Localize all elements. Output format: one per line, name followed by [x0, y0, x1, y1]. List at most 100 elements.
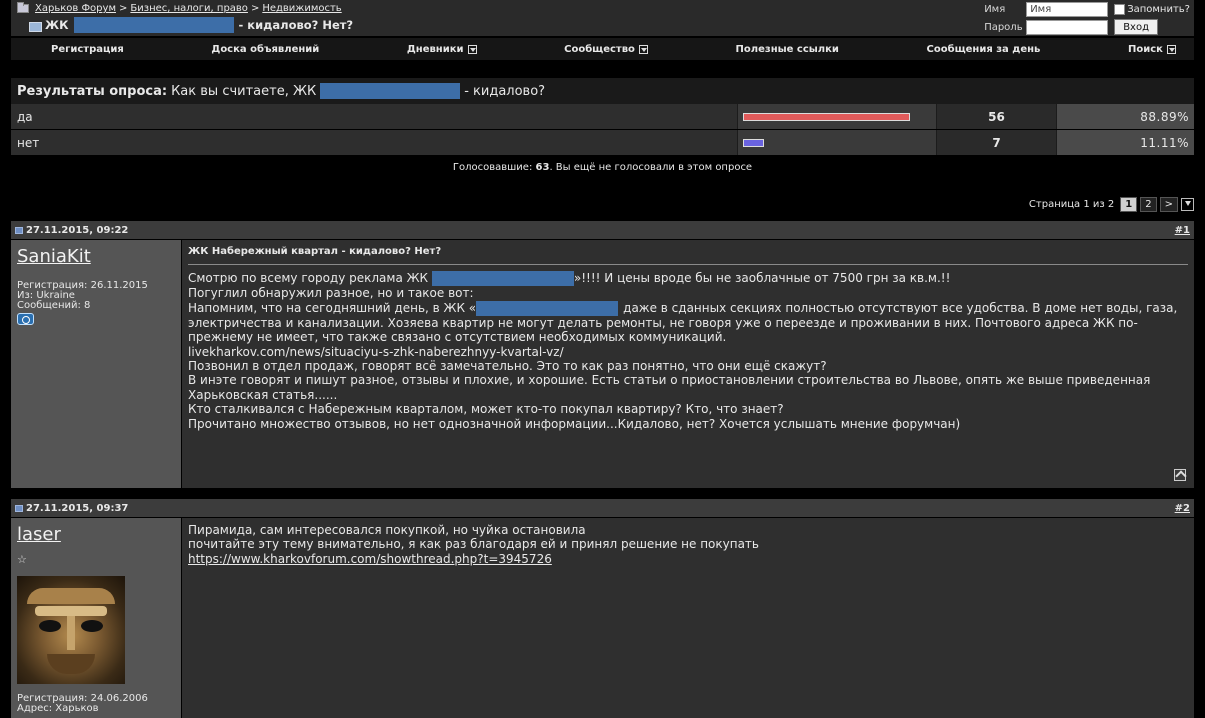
- page-2[interactable]: 2: [1140, 197, 1157, 212]
- nav-blogs[interactable]: Дневники: [407, 44, 477, 55]
- post-user-panel: SaniaKit Регистрация: 26.11.2015 Из: Ukr…: [11, 240, 181, 488]
- nav-community[interactable]: Сообщество: [564, 44, 648, 55]
- poll-percent: 11.11%: [1056, 130, 1194, 155]
- breadcrumb-separator: >: [119, 3, 128, 14]
- post-date: 27.11.2015, 09:22: [26, 224, 129, 236]
- message-text: В инэте говорят и пишут разное, отзывы и…: [188, 373, 1151, 402]
- post-number[interactable]: #2: [1175, 503, 1190, 514]
- password-input[interactable]: [1026, 19, 1109, 35]
- message-text: Погуглил обнаружил разное, но и такое во…: [188, 286, 474, 301]
- nav-label: Полезные ссылки: [735, 43, 839, 55]
- username-label: Имя: [984, 3, 1006, 15]
- message-text: »!!!! И цены вроде бы не заоблачные от 7…: [573, 271, 951, 286]
- thread-link[interactable]: https://www.kharkovforum.com/showthread.…: [188, 552, 552, 566]
- helmet-eye: [81, 620, 103, 632]
- poll-question-suffix: - кидалово?: [464, 83, 546, 99]
- next-page[interactable]: >: [1159, 197, 1178, 212]
- post-body: ЖК Набережный квартал - кидалово? Нет? С…: [182, 240, 1194, 488]
- thread-title-prefix: ЖК: [45, 18, 69, 32]
- poll-title-colon: :: [161, 83, 168, 99]
- page-header: Харьков Форум > Бизнес, налоги, право > …: [11, 0, 1194, 36]
- nav-useful-links[interactable]: Полезные ссылки: [736, 44, 839, 55]
- password-label: Пароль: [984, 21, 1023, 33]
- post-date: 27.11.2015, 09:37: [26, 502, 129, 514]
- poll-percent: 88.89%: [1056, 104, 1194, 129]
- nav-todays-posts[interactable]: Сообщения за день: [927, 44, 1041, 55]
- thread-title-suffix: - кидалово? Нет?: [238, 18, 354, 32]
- login-form: Имя Запомнить? Пароль Вход: [984, 0, 1190, 36]
- page-menu-icon[interactable]: [1181, 198, 1194, 211]
- user-post-count: Сообщений: 8: [17, 300, 91, 311]
- redacted-block: [320, 83, 461, 99]
- rank-star-icon: ☆: [17, 553, 27, 566]
- redacted-block: [476, 300, 619, 316]
- post-header: 27.11.2015, 09:37 #2: [11, 499, 1194, 517]
- breadcrumb-forum-link[interactable]: Харьков Форум: [35, 3, 116, 14]
- helmet-mouth: [47, 654, 95, 674]
- post-message: Пирамида, сам интересовался покупкой, но…: [188, 523, 1188, 566]
- poll-option-row: да 56 88.89%: [11, 104, 1194, 129]
- folder-icon: [17, 2, 29, 13]
- poll-bar-cell: [737, 130, 936, 155]
- voters-note: . Вы ещё не голосовали в этом опросе: [549, 162, 753, 173]
- remember-label: Запомнить?: [1127, 3, 1190, 15]
- message-text: Напомним, что на сегодняшний день, в ЖК …: [188, 300, 477, 315]
- poll-bar-cell: [737, 104, 936, 129]
- message-text: почитайте эту тему внимательно, я как ра…: [188, 537, 759, 552]
- poll-bar: [743, 112, 910, 121]
- user-avatar[interactable]: [17, 576, 125, 684]
- post-icon: [15, 226, 23, 234]
- message-text: Кто сталкивался с Набережным кварталом, …: [188, 402, 784, 417]
- nav-search[interactable]: Поиск: [1128, 44, 1176, 55]
- redacted-block: [431, 271, 574, 287]
- page-1[interactable]: 1: [1120, 197, 1138, 212]
- dropdown-arrow-icon: [638, 44, 648, 54]
- poll-title: Результаты опроса: [17, 83, 162, 99]
- poll-header: Результаты опроса: Как вы считаете, ЖК -…: [11, 78, 1194, 104]
- message-text: livekharkov.com/news/situaciyu-s-zhk-nab…: [188, 344, 564, 359]
- main-nav: Регистрация Доска объявлений Дневники Со…: [11, 38, 1194, 60]
- nav-register[interactable]: Регистрация: [51, 44, 124, 55]
- breadcrumb-section-link[interactable]: Бизнес, налоги, право: [130, 3, 248, 14]
- poll-votes: 7: [936, 130, 1056, 155]
- remember-checkbox[interactable]: [1114, 3, 1126, 15]
- helmet-band: [27, 588, 115, 604]
- voters-label: Голосовавшие:: [452, 162, 533, 173]
- nav-classifieds[interactable]: Доска объявлений: [211, 44, 319, 55]
- dropdown-arrow-icon: [467, 44, 477, 54]
- username-input[interactable]: [1026, 1, 1109, 17]
- nav-label: Поиск: [1127, 43, 1163, 55]
- post-message: Смотрю по всему городу реклама ЖК »!!!! …: [188, 271, 1188, 431]
- post-user-panel: laser ☆ Регистрация: 24.06.2006 Адрес: Х…: [11, 518, 181, 718]
- helmet-nose: [67, 616, 75, 650]
- post-number[interactable]: #1: [1175, 225, 1190, 236]
- post-header: 27.11.2015, 09:22 #1: [11, 221, 1194, 239]
- voters-count: 63: [535, 162, 550, 173]
- report-icon[interactable]: [1174, 469, 1186, 481]
- poll-option-row: нет 7 11.11%: [11, 130, 1194, 155]
- post-title: ЖК Набережный квартал - кидалово? Нет?: [188, 245, 1188, 266]
- poll-option-label: да: [11, 104, 737, 129]
- nav-label: Дневники: [406, 43, 464, 55]
- username-link[interactable]: laser: [17, 524, 61, 545]
- poll-voters: Голосовавшие: 63. Вы ещё не голосовали в…: [11, 158, 1194, 178]
- breadcrumb: Харьков Форум > Бизнес, налоги, право > …: [17, 2, 353, 15]
- post-icon: [15, 504, 23, 512]
- poll-votes: 56: [936, 104, 1056, 129]
- remember-me[interactable]: Запомнить?: [1114, 3, 1190, 15]
- breadcrumb-subsection-link[interactable]: Недвижимость: [262, 3, 341, 14]
- login-button[interactable]: Вход: [1114, 19, 1158, 35]
- dropdown-arrow-icon: [1166, 44, 1176, 54]
- message-text: Прочитано множество отзывов, но нет одно…: [188, 416, 961, 431]
- message-text: Позвонил в отдел продаж, говорят всё зам…: [188, 359, 827, 374]
- user-info: Регистрация: 26.11.2015 Из: Ukraine Сооб…: [17, 281, 175, 311]
- helmet-brow: [35, 606, 107, 616]
- poll-bar: [743, 138, 764, 147]
- redacted-block: [74, 17, 235, 33]
- message-text: Пирамида, сам интересовался покупкой, но…: [188, 523, 586, 537]
- username-link[interactable]: SaniaKit: [17, 246, 91, 267]
- helmet-eye: [39, 620, 61, 632]
- post-body: Пирамида, сам интересовался покупкой, но…: [182, 518, 1194, 718]
- nav-label: Доска объявлений: [211, 43, 320, 55]
- page-label: Страница 1 из 2: [1028, 199, 1115, 210]
